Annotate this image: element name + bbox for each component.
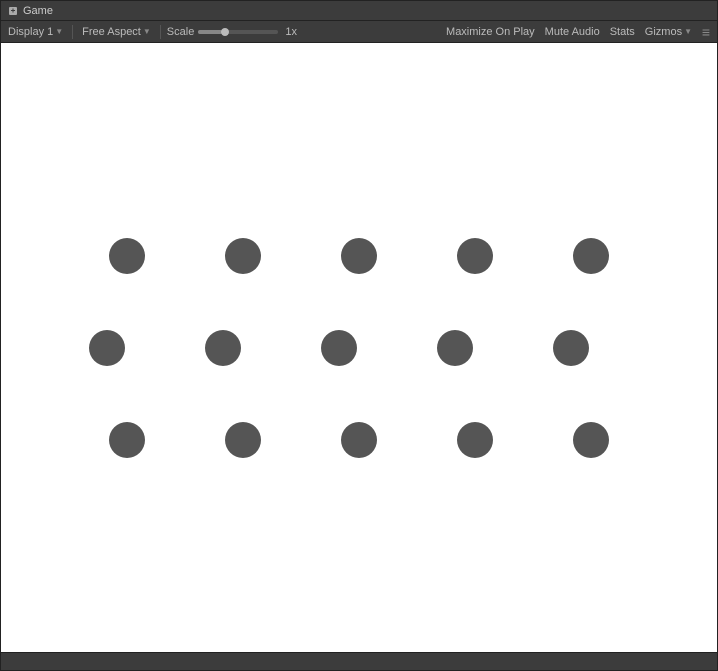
dot xyxy=(457,238,493,274)
toolbar: Display 1 ▼ Free Aspect ▼ Scale 1x Maxim… xyxy=(1,21,717,43)
maximize-on-play-button[interactable]: Maximize On Play xyxy=(443,25,538,39)
stats-button[interactable]: Stats xyxy=(607,25,638,39)
dot xyxy=(341,422,377,458)
display-label: Display 1 xyxy=(8,26,53,38)
dot xyxy=(457,422,493,458)
gizmos-dropdown[interactable]: Gizmos ▼ xyxy=(642,25,695,39)
dot xyxy=(225,238,261,274)
aspect-arrow: ▼ xyxy=(143,27,151,36)
toolbar-menu-button[interactable]: ≡ xyxy=(699,25,713,39)
dot xyxy=(553,330,589,366)
display-arrow: ▼ xyxy=(55,27,63,36)
dot xyxy=(205,330,241,366)
dot-row-2 xyxy=(49,302,629,394)
dot xyxy=(573,422,609,458)
scale-value: 1x xyxy=(285,26,297,38)
separator-2 xyxy=(160,25,161,39)
dot xyxy=(437,330,473,366)
display-dropdown[interactable]: Display 1 ▼ xyxy=(5,25,66,39)
dot xyxy=(341,238,377,274)
gizmos-arrow: ▼ xyxy=(684,27,692,36)
dot-row-3 xyxy=(69,394,649,486)
stats-label: Stats xyxy=(610,26,635,38)
game-icon xyxy=(7,5,19,17)
scale-slider[interactable] xyxy=(198,30,278,34)
separator-1 xyxy=(72,25,73,39)
dots-grid xyxy=(69,210,649,486)
gizmos-label: Gizmos xyxy=(645,26,682,38)
title-bar-label: Game xyxy=(23,5,53,17)
mute-label: Mute Audio xyxy=(545,26,600,38)
dot xyxy=(109,422,145,458)
unity-game-window: Game Display 1 ▼ Free Aspect ▼ Scale 1x … xyxy=(0,0,718,671)
maximize-label: Maximize On Play xyxy=(446,26,535,38)
aspect-label: Free Aspect xyxy=(82,26,141,38)
game-viewport xyxy=(1,43,717,652)
dot-row-1 xyxy=(69,210,649,302)
dots-container xyxy=(1,43,717,652)
dot xyxy=(321,330,357,366)
title-bar: Game xyxy=(1,1,717,21)
menu-icon: ≡ xyxy=(702,24,710,40)
mute-audio-button[interactable]: Mute Audio xyxy=(542,25,603,39)
dot xyxy=(573,238,609,274)
bottom-bar xyxy=(1,652,717,670)
scale-label: Scale xyxy=(167,26,195,38)
dot xyxy=(225,422,261,458)
dot xyxy=(89,330,125,366)
dot xyxy=(109,238,145,274)
aspect-dropdown[interactable]: Free Aspect ▼ xyxy=(79,25,154,39)
